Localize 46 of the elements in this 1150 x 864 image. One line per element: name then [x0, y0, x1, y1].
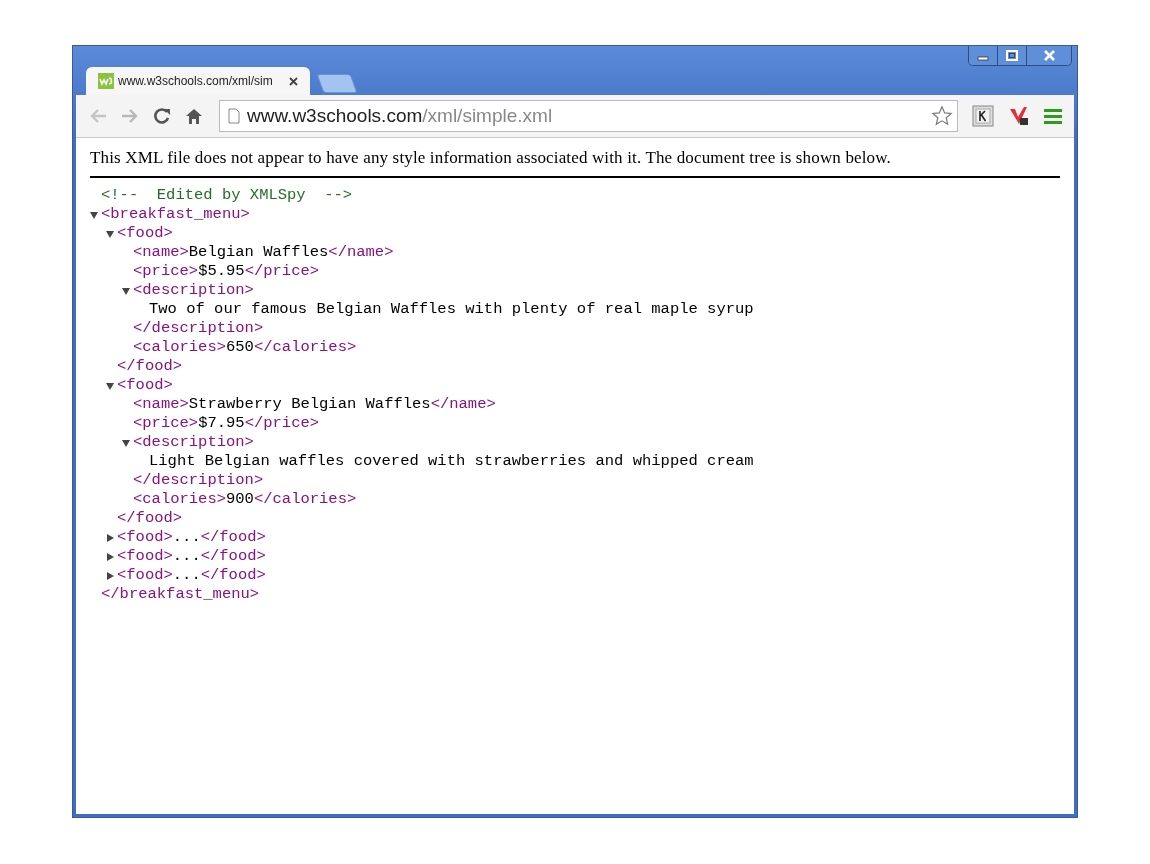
- xml-tag: </breakfast_menu>: [101, 585, 260, 604]
- xml-element: <name>Strawberry Belgian Waffles</name>: [133, 395, 496, 414]
- collapse-triangle-icon[interactable]: [90, 210, 98, 219]
- minimize-button[interactable]: [969, 46, 998, 65]
- home-icon[interactable]: [185, 107, 203, 125]
- collapsed-element: <food>...</food>: [117, 566, 266, 585]
- xml-tag: </food>: [117, 357, 183, 376]
- page-icon: [228, 108, 240, 124]
- xml-element: <calories>650</calories>: [133, 338, 357, 357]
- k-extension-icon[interactable]: [972, 105, 994, 127]
- collapsed-element: <food>...</food>: [117, 547, 266, 566]
- collapse-triangle-icon[interactable]: [122, 438, 130, 447]
- xml-text: Light Belgian waffles covered with strawberries and whipped cream: [149, 452, 754, 471]
- bookmark-star-icon[interactable]: [931, 105, 953, 127]
- expand-triangle-icon[interactable]: [106, 533, 114, 542]
- maximize-button[interactable]: [998, 46, 1027, 65]
- collapse-triangle-icon[interactable]: [106, 229, 114, 238]
- xml-element: <price>$7.95</price>: [133, 414, 320, 433]
- shield-extension-icon[interactable]: [1008, 105, 1030, 127]
- xml-element: <price>$5.95</price>: [133, 262, 320, 281]
- xml-comment: <!-- Edited by XMLSpy -->: [101, 186, 353, 205]
- collapsed-element: <food>...</food>: [117, 528, 266, 547]
- xml-tag: <description>: [133, 281, 254, 300]
- style-notice: This XML file does not appear to have any style information associated with it. The document tree is shown below.: [90, 148, 892, 168]
- xml-element: <calories>900</calories>: [133, 490, 357, 509]
- browser-tab[interactable]: www.w3schools.com/xml/sim: [86, 67, 310, 95]
- xml-tag: <food>: [117, 224, 173, 243]
- xml-tag: <description>: [133, 433, 254, 452]
- xml-element: <name>Belgian Waffles</name>: [133, 243, 394, 262]
- expand-triangle-icon[interactable]: [106, 552, 114, 561]
- collapse-triangle-icon[interactable]: [106, 381, 114, 390]
- address-bar[interactable]: www.w3schools.com/xml/simple.xml: [219, 100, 958, 132]
- close-icon: [1042, 50, 1056, 61]
- xml-tag: </description>: [133, 471, 264, 490]
- expand-triangle-icon[interactable]: [106, 571, 114, 580]
- maximize-icon: [1006, 50, 1018, 61]
- xml-tag: <food>: [117, 376, 173, 395]
- xml-tag: </description>: [133, 319, 264, 338]
- reload-icon[interactable]: [153, 107, 171, 125]
- xml-tag: <breakfast_menu>: [101, 205, 250, 224]
- site-favicon-icon: [98, 73, 114, 89]
- xml-tag: </food>: [117, 509, 183, 528]
- menu-icon[interactable]: [1044, 108, 1062, 124]
- collapse-triangle-icon[interactable]: [122, 286, 130, 295]
- close-tab-icon[interactable]: [287, 74, 300, 88]
- xml-text: Two of our famous Belgian Waffles with plenty of real maple syrup: [149, 300, 754, 319]
